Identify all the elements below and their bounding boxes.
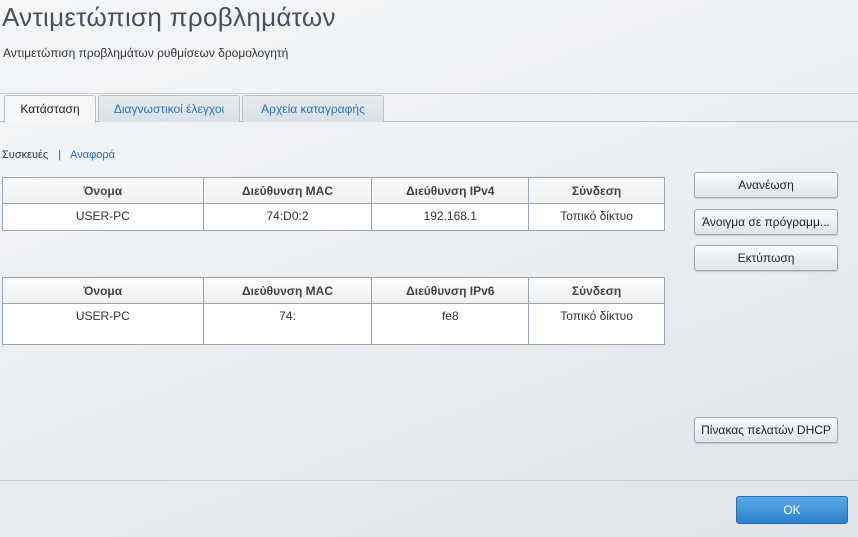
page-subtitle: Αντιμετώπιση προβλημάτων ρυθμίσεων δρομο… — [3, 46, 289, 60]
footer-divider — [0, 480, 858, 481]
col-mac-header[interactable]: Διεύθυνση MAC — [202, 177, 373, 204]
col-name-header[interactable]: Όνομα — [2, 177, 204, 204]
cell-mac: 74: — [202, 303, 373, 345]
ipv6-devices-table: Όνομα Διεύθυνση MAC Διεύθυνση IPv6 Σύνδε… — [2, 277, 665, 345]
col-connection-header[interactable]: Σύνδεση — [528, 277, 665, 304]
ok-button[interactable]: OK — [736, 496, 848, 524]
ipv4-devices-table: Όνομα Διεύθυνση MAC Διεύθυνση IPv4 Σύνδε… — [2, 177, 665, 231]
col-name-header[interactable]: Όνομα — [2, 277, 204, 304]
page-title: Αντιμετώπιση προβλημάτων — [2, 2, 336, 32]
tab-logs[interactable]: Αρχεία καταγραφής — [242, 95, 384, 122]
cell-ipv6: fe8 — [371, 303, 530, 345]
refresh-button[interactable]: Ανανέωση — [694, 172, 838, 198]
cell-name: USER-PC — [2, 203, 204, 231]
table-header-row: Όνομα Διεύθυνση MAC Διεύθυνση IPv4 Σύνδε… — [2, 177, 665, 204]
col-ipv4-header[interactable]: Διεύθυνση IPv4 — [371, 177, 530, 204]
dhcp-client-table-button[interactable]: Πίνακας πελατών DHCP — [694, 417, 838, 443]
open-in-browser-button[interactable]: Άνοιγμα σε πρόγραμμ... — [694, 209, 838, 235]
tab-bar: Κατάσταση Διαγνωστικοί έλεγχοι Αρχεία κα… — [0, 93, 858, 123]
status-subnav: Συσκευές | Αναφορά — [2, 149, 115, 161]
cell-mac: 74:D0:2 — [202, 203, 373, 231]
col-mac-header[interactable]: Διεύθυνση MAC — [202, 277, 373, 304]
table-row[interactable]: USER-PC 74: fe8 Τοπικό δίκτυο — [2, 303, 665, 345]
col-ipv6-header[interactable]: Διεύθυνση IPv6 — [371, 277, 530, 304]
cell-name: USER-PC — [2, 303, 204, 345]
cell-ipv4: 192.168.1 — [371, 203, 530, 231]
cell-connection: Τοπικό δίκτυο — [528, 303, 665, 345]
subnav-report-link[interactable]: Αναφορά — [70, 149, 115, 161]
tab-diagnostics[interactable]: Διαγνωστικοί έλεγχοι — [98, 95, 240, 122]
print-button[interactable]: Εκτύπωση — [694, 245, 838, 271]
cell-connection: Τοπικό δίκτυο — [528, 203, 665, 231]
col-connection-header[interactable]: Σύνδεση — [528, 177, 665, 204]
subnav-separator: | — [58, 149, 62, 161]
tab-status[interactable]: Κατάσταση — [4, 95, 96, 123]
subnav-devices[interactable]: Συσκευές — [2, 149, 48, 161]
table-header-row: Όνομα Διεύθυνση MAC Διεύθυνση IPv6 Σύνδε… — [2, 277, 665, 304]
table-row[interactable]: USER-PC 74:D0:2 192.168.1 Τοπικό δίκτυο — [2, 203, 665, 231]
